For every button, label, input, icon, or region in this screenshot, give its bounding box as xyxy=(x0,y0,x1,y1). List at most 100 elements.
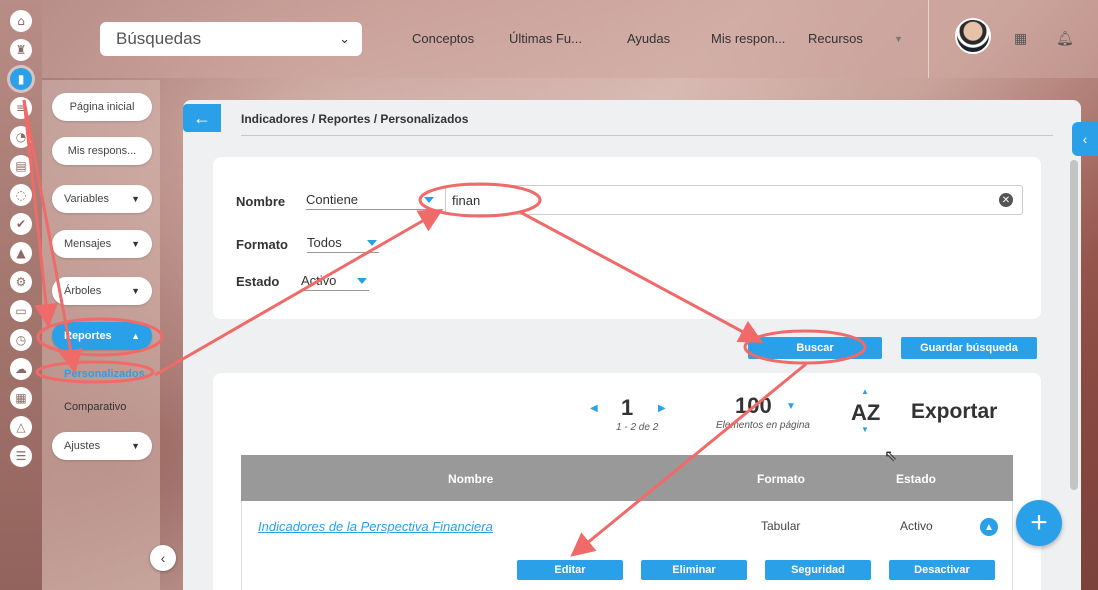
nav-link-recursos[interactable]: Recursos xyxy=(808,31,863,46)
row-estado: Activo xyxy=(900,519,933,533)
caret-up-icon: ▲ xyxy=(131,331,140,341)
menu-reportes[interactable]: Reportes ▲ xyxy=(52,322,152,350)
clear-icon[interactable]: ✕ xyxy=(999,193,1013,207)
caret-down-icon: ▼ xyxy=(131,286,140,296)
formato-value: Todos xyxy=(307,235,342,250)
nombre-operator-select[interactable]: Contiene xyxy=(306,192,436,210)
search-select-label: Búsquedas xyxy=(116,29,202,48)
caret-down-icon xyxy=(424,197,434,203)
clock-icon[interactable]: ◷ xyxy=(10,329,32,351)
check-icon[interactable]: ✔ xyxy=(10,213,32,235)
nav-link-ayudas[interactable]: Ayudas xyxy=(627,31,670,46)
buscar-button[interactable]: Buscar xyxy=(748,337,882,359)
estado-label: Estado xyxy=(236,274,280,289)
seguridad-button[interactable]: Seguridad xyxy=(765,560,871,580)
avatar[interactable] xyxy=(955,18,991,54)
add-fab-button[interactable]: + xyxy=(1016,500,1062,546)
desactivar-button[interactable]: Desactivar xyxy=(889,560,995,580)
nav-link-mis-respon[interactable]: Mis respon... xyxy=(711,31,785,46)
breadcrumb-divider xyxy=(241,135,1053,136)
home-icon[interactable]: ⌂ xyxy=(10,10,32,32)
search-select[interactable]: Búsquedas ⌄ xyxy=(100,22,362,56)
per-page-caret-icon[interactable]: ▼ xyxy=(786,401,796,412)
cloud-icon[interactable]: ☁ xyxy=(10,358,32,380)
network-icon[interactable]: △ xyxy=(10,416,32,438)
collapse-menu-button[interactable]: ‹ xyxy=(150,545,176,571)
bell-icon[interactable]: 🔔︎ xyxy=(1056,31,1074,47)
formato-select[interactable]: Todos xyxy=(307,235,379,253)
collapse-row-icon[interactable]: ▲ xyxy=(980,518,998,536)
sort-down-icon[interactable]: ▼ xyxy=(861,425,869,434)
next-page-icon[interactable]: ▶ xyxy=(658,403,666,414)
doc-icon[interactable]: ▤ xyxy=(10,155,32,177)
list-icon[interactable]: ☰ xyxy=(10,445,32,467)
calendar-icon[interactable]: ▦ xyxy=(1014,31,1027,47)
menu-reportes-label: Reportes xyxy=(64,330,112,342)
per-page-label: Elementos en página xyxy=(716,420,810,431)
caret-down-icon xyxy=(357,278,367,284)
topbar-divider xyxy=(928,0,929,78)
col-header-nombre: Nombre xyxy=(448,472,494,486)
menu-variables[interactable]: Variables ▼ xyxy=(52,185,152,213)
menu-ajustes[interactable]: Ajustes ▼ xyxy=(52,432,152,460)
current-page: 1 xyxy=(621,395,634,420)
menu-arboles-label: Árboles xyxy=(64,285,102,297)
sort-az[interactable]: AZ xyxy=(851,400,880,426)
pie-icon[interactable]: ◔ xyxy=(10,126,32,148)
results-card: ◀ 1 ▶ 1 - 2 de 2 100 ▼ Elementos en pági… xyxy=(213,373,1041,590)
caret-down-icon: ▼ xyxy=(131,239,140,249)
screen-icon[interactable]: ▭ xyxy=(10,300,32,322)
formato-label: Formato xyxy=(236,237,288,252)
menu-mensajes[interactable]: Mensajes ▼ xyxy=(52,230,152,258)
col-header-formato: Formato xyxy=(757,472,805,486)
left-rail: ⌂ ♜ ▮ ≡ ◔ ▤ ◌ ✔ ▲ ⚙ ▭ ◷ ☁ ▦ △ ☰ xyxy=(0,0,42,590)
export-button[interactable]: Exportar xyxy=(911,400,997,424)
menu-mis-respons-label: Mis respons... xyxy=(67,145,137,157)
row-formato: Tabular xyxy=(761,519,801,533)
sort-up-icon[interactable]: ▲ xyxy=(861,387,869,396)
estado-select[interactable]: Activo xyxy=(301,273,369,291)
menu-variables-label: Variables xyxy=(64,193,110,205)
warning-icon[interactable]: ▲ xyxy=(10,242,32,264)
mouse-cursor-icon: ⇖ xyxy=(884,446,898,465)
menu-personalizados[interactable]: Personalizados xyxy=(64,368,145,380)
calendar-icon[interactable]: ▦ xyxy=(10,387,32,409)
secondary-menu: Página inicial Mis respons... Variables ▼… xyxy=(42,80,160,590)
main-panel: ← Indicadores / Reportes / Personalizado… xyxy=(183,100,1081,590)
menu-mis-respons[interactable]: Mis respons... xyxy=(52,137,152,165)
estado-value: Activo xyxy=(301,273,337,288)
eliminar-button[interactable]: Eliminar xyxy=(641,560,747,580)
row-nombre-link[interactable]: Indicadores de la Perspectiva Financiera xyxy=(258,519,493,534)
nav-link-ultimas[interactable]: Últimas Fu... xyxy=(509,31,582,46)
gears-icon[interactable]: ⚙ xyxy=(10,271,32,293)
top-bar: Búsquedas ⌄ Conceptos Últimas Fu... Ayud… xyxy=(42,0,1098,78)
chess-rook-icon[interactable]: ♜ xyxy=(10,39,32,61)
caret-down-icon: ▼ xyxy=(131,441,140,451)
guardar-busqueda-button[interactable]: Guardar búsqueda xyxy=(901,337,1037,359)
per-page-value[interactable]: 100 xyxy=(735,393,772,419)
cycle-icon[interactable]: ◌ xyxy=(10,184,32,206)
col-header-estado: Estado xyxy=(896,472,937,486)
menu-pagina-inicial[interactable]: Página inicial xyxy=(52,93,152,121)
back-arrow-icon[interactable]: ← xyxy=(183,104,221,132)
nav-link-conceptos[interactable]: Conceptos xyxy=(412,31,474,46)
caret-down-icon xyxy=(367,240,377,246)
menu-arboles[interactable]: Árboles ▼ xyxy=(52,277,152,305)
prev-page-icon[interactable]: ◀ xyxy=(590,403,598,414)
chevron-down-icon: ⌄ xyxy=(339,31,350,47)
bar-chart-icon[interactable]: ▮ xyxy=(10,68,32,90)
side-panel-toggle-icon[interactable]: ‹ xyxy=(1072,122,1098,156)
nombre-operator-value: Contiene xyxy=(306,192,359,207)
strikethrough-icon[interactable]: ≡ xyxy=(10,97,32,119)
editar-button[interactable]: Editar xyxy=(517,560,623,580)
caret-down-icon: ▼ xyxy=(131,194,140,204)
breadcrumb: Indicadores / Reportes / Personalizados xyxy=(241,112,469,126)
menu-mensajes-label: Mensajes xyxy=(64,238,112,250)
more-caret-icon[interactable]: ▼ xyxy=(894,34,903,44)
page-range: 1 - 2 de 2 xyxy=(616,422,659,433)
filter-card: Nombre Contiene finan ✕ Formato Todos Es… xyxy=(213,157,1041,319)
menu-comparativo[interactable]: Comparativo xyxy=(64,401,126,413)
nombre-input[interactable]: finan xyxy=(445,185,1023,215)
menu-ajustes-label: Ajustes xyxy=(64,440,101,452)
scrollbar[interactable] xyxy=(1070,160,1078,490)
